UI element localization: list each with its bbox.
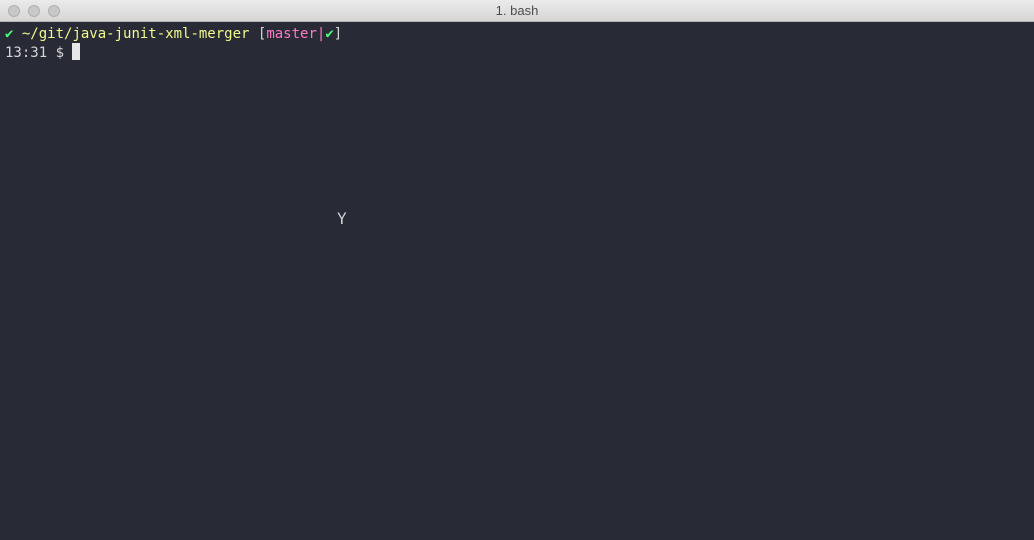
prompt-symbol: $ <box>55 45 65 61</box>
terminal-window: 1. bash ✔ ~/git/java-junit-xml-merger [m… <box>0 0 1034 540</box>
prompt-line-1: ✔ ~/git/java-junit-xml-merger [master|✔] <box>5 25 1034 43</box>
branch-clean-check-icon: ✔ <box>325 26 334 42</box>
i-beam-cursor-icon: Y <box>337 209 347 228</box>
prompt-line-2: 13:31 $ <box>5 43 1034 61</box>
text-cursor[interactable] <box>72 43 81 60</box>
prompt-time: 13:31 <box>5 45 48 61</box>
window-title: 1. bash <box>495 3 539 18</box>
git-branch: master <box>266 26 317 42</box>
title-bar[interactable]: 1. bash <box>0 0 1034 22</box>
check-icon: ✔ <box>5 26 14 42</box>
prompt-path: ~/git/java-junit-xml-merger <box>21 26 250 42</box>
bracket-close: ] <box>333 26 343 42</box>
terminal-content[interactable]: ✔ ~/git/java-junit-xml-merger [master|✔]… <box>0 22 1034 540</box>
